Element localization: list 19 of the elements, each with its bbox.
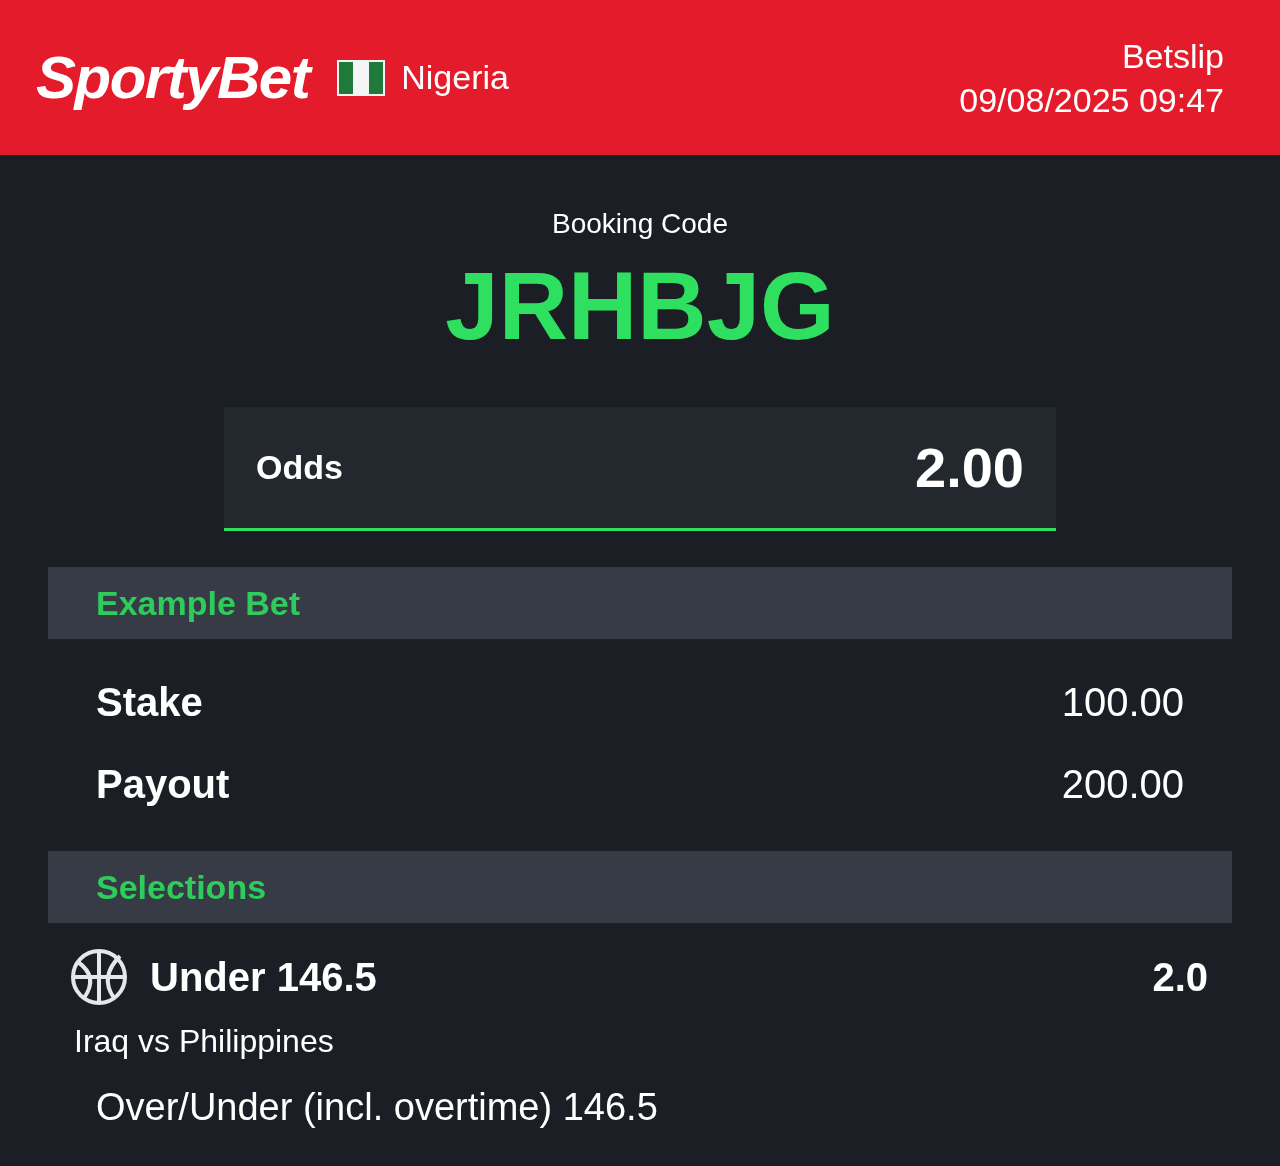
flag-icon: [337, 59, 386, 96]
date-time: 09/08/2025 09:47: [959, 79, 1224, 121]
row-value: 200.00: [1061, 761, 1184, 808]
row-label: Stake: [96, 679, 203, 726]
country-label: Nigeria: [401, 57, 509, 98]
row-label: Payout: [96, 761, 230, 808]
booking-code: JRHBJG: [445, 251, 835, 361]
section-title: Selections: [96, 866, 267, 908]
selection-odds: 2.0: [1152, 954, 1208, 1001]
booking-code-label: Booking Code: [552, 207, 728, 241]
basketball-icon: [70, 948, 128, 1006]
selection-pick: Under 146.5: [150, 954, 377, 1001]
odds-value: 2.00: [915, 434, 1024, 501]
betslip-title: Betslip: [1121, 35, 1224, 77]
row-value: 100.00: [1061, 679, 1184, 726]
section-title: Example Bet: [96, 582, 301, 624]
match-name: Iraq vs Philippines: [74, 1022, 335, 1061]
market-name: Over/Under (incl. overtime) 146.5: [96, 1085, 659, 1130]
odds-label: Odds: [256, 447, 343, 488]
